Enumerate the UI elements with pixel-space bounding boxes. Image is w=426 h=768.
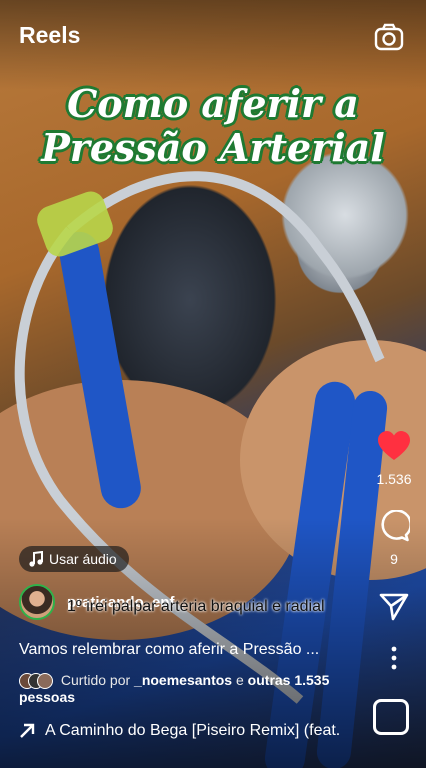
comment-button[interactable]: 9 — [362, 509, 426, 567]
headline-line-2: Pressão Arterial — [41, 125, 385, 170]
headline-line-1: Como aferir a — [67, 81, 359, 126]
more-options-button[interactable] — [362, 646, 426, 675]
liked-by-avatars — [19, 673, 57, 690]
liked-user[interactable]: _noemesantos — [134, 672, 232, 688]
video-headline: Como aferir a Pressão Arterial — [0, 82, 426, 170]
send-icon — [379, 593, 409, 621]
use-audio-label: Usar áudio — [49, 551, 117, 567]
liked-and: e — [235, 672, 244, 688]
audio-thumbnail[interactable] — [373, 699, 409, 735]
music-note-icon — [29, 551, 43, 567]
comment-icon — [381, 509, 412, 542]
music-track[interactable]: A Caminho do Bega [Piseiro Remix] (feat. — [19, 722, 340, 740]
comment-count: 9 — [390, 551, 398, 567]
like-button[interactable]: 1.536 — [362, 430, 426, 487]
video-caption-overlay: 1º irei palpar artéria braquial e radial — [67, 598, 325, 615]
liked-by[interactable]: Curtido por _noemesantos e outras 1.535 … — [19, 672, 349, 706]
avatar[interactable] — [19, 584, 55, 620]
liked-prefix: Curtido por — [60, 672, 131, 688]
camera-icon[interactable] — [374, 22, 404, 52]
share-button[interactable] — [362, 592, 426, 627]
page-title: Reels — [19, 22, 81, 48]
like-count: 1.536 — [376, 471, 412, 487]
post-description[interactable]: Vamos relembrar como aferir a Pressão ..… — [19, 641, 319, 659]
use-audio-button[interactable]: Usar áudio — [19, 546, 129, 572]
arrow-up-right-icon — [20, 723, 35, 738]
more-vertical-icon — [391, 646, 397, 670]
heart-icon — [378, 431, 410, 460]
music-title: A Caminho do Bega [Piseiro Remix] (feat. — [45, 722, 341, 739]
